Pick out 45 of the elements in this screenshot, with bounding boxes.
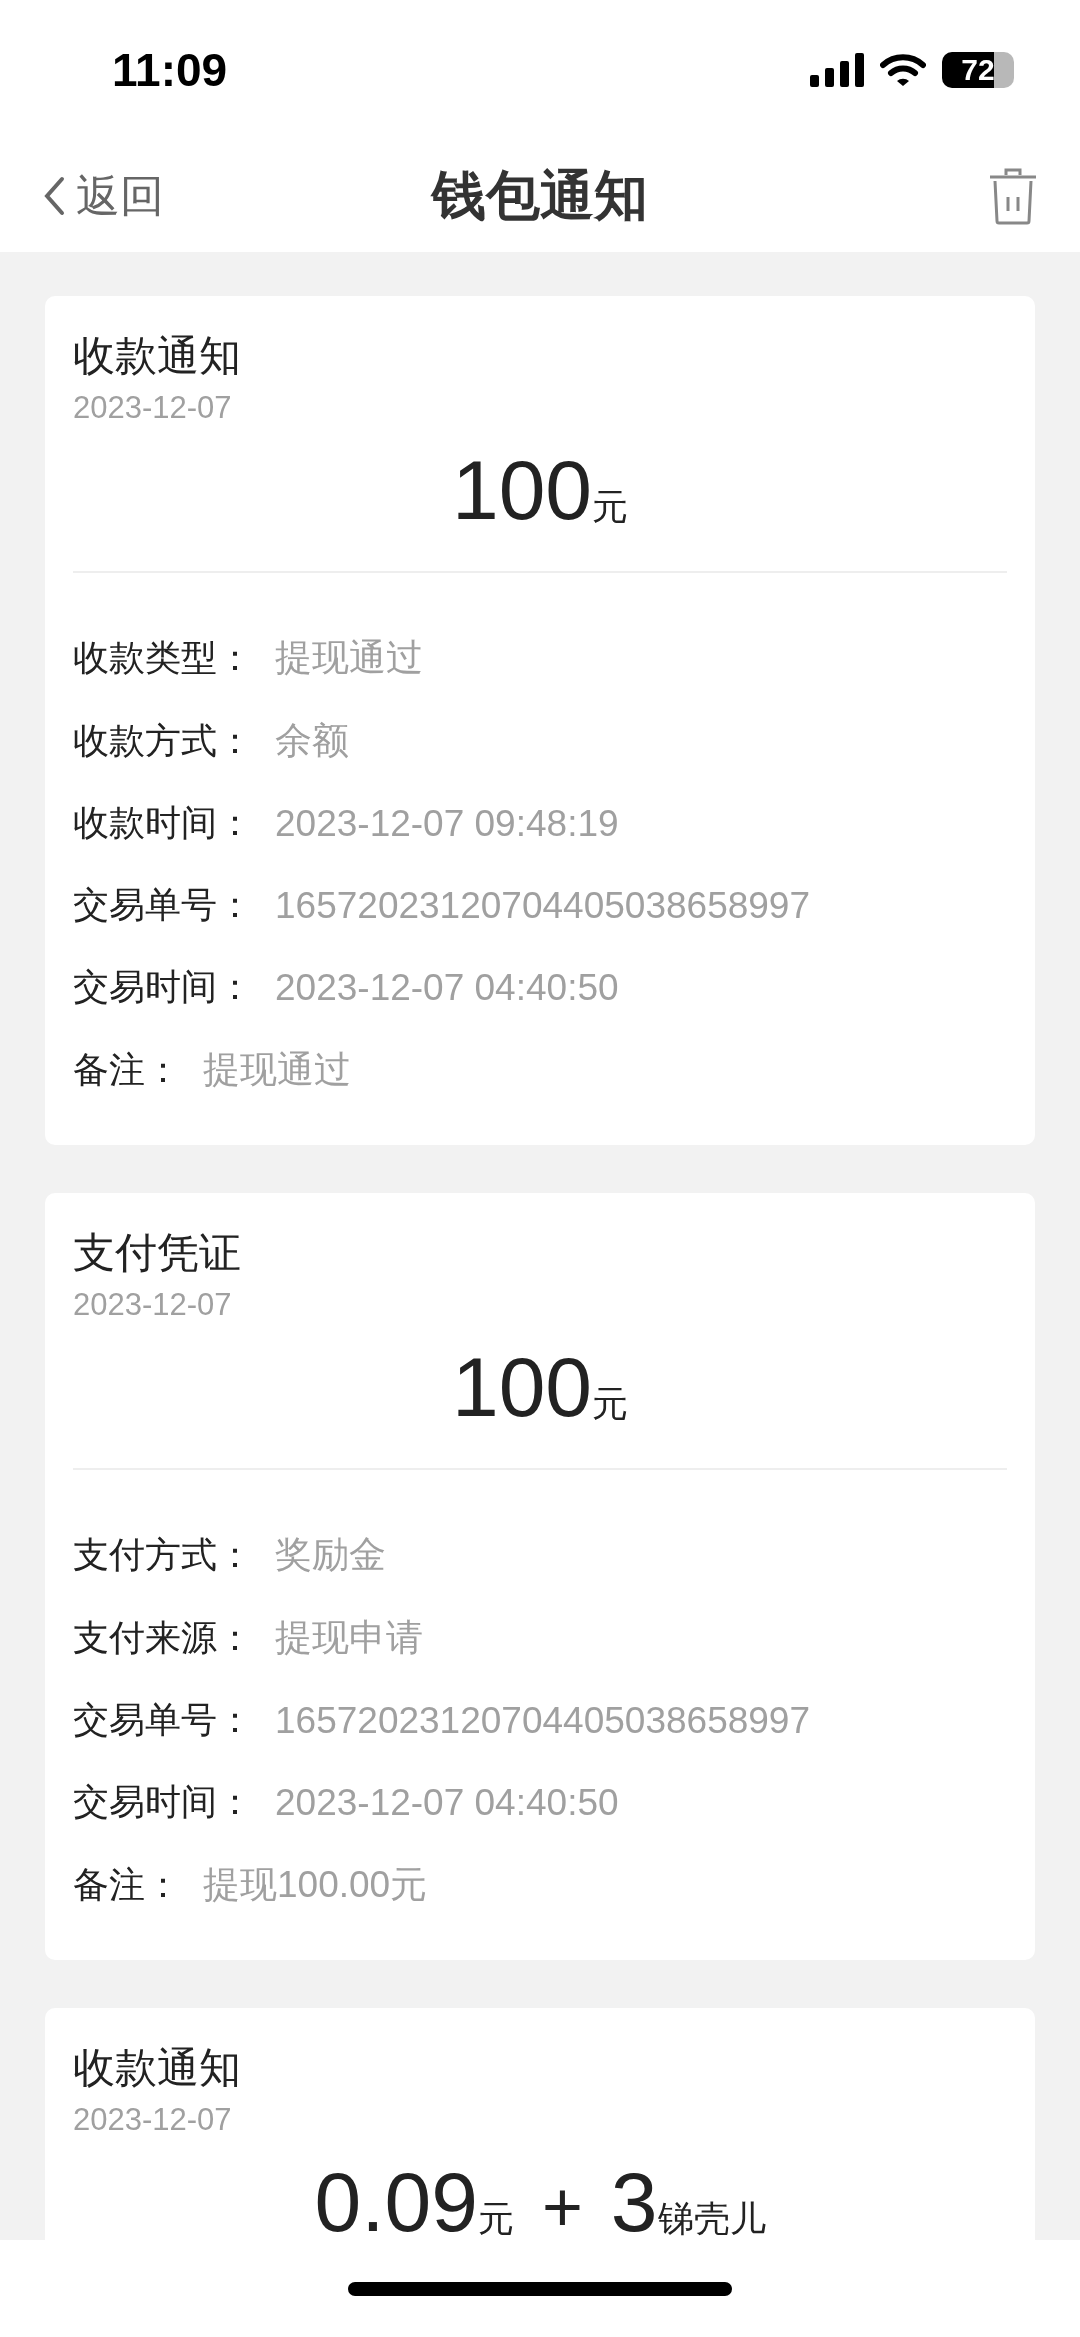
field-value: 16572023120704405038658997 (275, 1699, 811, 1742)
field-value: 提现申请 (275, 1616, 423, 1660)
field-label: 交易时间： (73, 1780, 253, 1824)
amount-number: 3 (610, 2154, 658, 2240)
card-date: 2023-12-07 (73, 390, 232, 426)
field-label: 备注： (73, 1047, 181, 1092)
amount-unit: 元 (477, 2197, 514, 2240)
battery-icon: 72 (942, 52, 1014, 88)
field-label: 交易单号： (73, 883, 253, 927)
field-label: 收款时间： (73, 801, 253, 845)
field-value: 2023-12-07 04:40:50 (275, 966, 619, 1009)
card-title: 收款通知 (73, 2042, 241, 2094)
field-value: 提现通过 (275, 636, 423, 680)
trash-icon[interactable] (988, 167, 1038, 225)
wifi-icon (880, 53, 926, 87)
amount-unit: 元 (592, 1382, 629, 1426)
amount-number: 0.09 (314, 2154, 478, 2240)
page-title: 钱包通知 (432, 162, 648, 229)
field-value: 提现100.00元 (203, 1863, 428, 1907)
field-value: 奖励金 (275, 1533, 386, 1577)
field-value: 16572023120704405038658997 (275, 884, 811, 927)
field-label: 支付来源： (73, 1615, 253, 1660)
card-date: 2023-12-07 (73, 2102, 232, 2138)
amount-number: 100 (451, 1339, 593, 1436)
plus-sign: + (541, 2167, 583, 2240)
back-chevron-icon (42, 176, 66, 216)
field-value: 提现通过 (203, 1048, 351, 1092)
field-value: 2023-12-07 04:40:50 (275, 1781, 619, 1824)
card-date: 2023-12-07 (73, 1287, 232, 1323)
card-title: 收款通知 (73, 330, 241, 382)
field-label: 收款方式： (73, 718, 253, 763)
amount-unit: 锑壳儿 (657, 2197, 766, 2240)
field-label: 备注： (73, 1862, 181, 1907)
field-label: 收款类型： (73, 635, 253, 680)
field-label: 交易单号： (73, 1698, 253, 1742)
amount-unit: 元 (592, 485, 629, 529)
status-time: 11:09 (112, 43, 228, 97)
field-label: 交易时间： (73, 965, 253, 1009)
back-button[interactable]: 返回 (42, 166, 164, 226)
amount-number: 100 (451, 442, 593, 539)
card-title: 支付凭证 (73, 1227, 241, 1279)
signal-icon (810, 53, 864, 87)
field-value: 余额 (275, 719, 349, 763)
field-label: 支付方式： (73, 1532, 253, 1577)
field-value: 2023-12-07 09:48:19 (275, 802, 619, 845)
